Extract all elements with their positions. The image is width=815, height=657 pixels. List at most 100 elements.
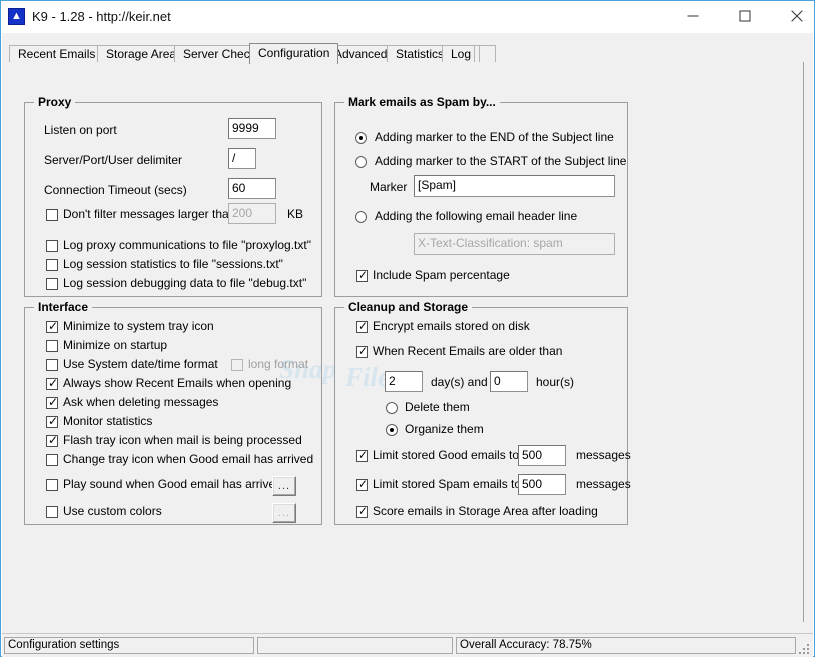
flash-tray-label: Flash tray icon when mail is being proce… <box>63 433 302 447</box>
play-sound-checkbox[interactable] <box>46 479 58 491</box>
interface-group: Interface ✓ Minimize to system tray icon… <box>24 300 322 525</box>
tab-bar: Recent Emails Storage Area Server Check … <box>9 43 804 64</box>
check-glyph: ✓ <box>48 395 59 409</box>
interface-group-title: Interface <box>34 300 93 314</box>
marker-input[interactable]: [Spam] <box>414 175 615 197</box>
maximize-icon <box>739 10 750 22</box>
tab-storage-area[interactable]: Storage Area <box>97 45 186 63</box>
flash-tray-checkbox[interactable]: ✓ <box>46 433 59 447</box>
organize-them-radio[interactable] <box>386 424 398 436</box>
custom-colors-checkbox[interactable] <box>46 506 58 518</box>
minimize-startup-label: Minimize on startup <box>63 338 168 352</box>
delimiter-label: Server/Port/User delimiter <box>44 153 183 167</box>
proxy-group-title: Proxy <box>34 95 76 109</box>
log-debug-checkbox[interactable] <box>46 278 58 290</box>
change-tray-icon-label: Change tray icon when Good email has arr… <box>63 452 314 466</box>
check-glyph: ✓ <box>358 344 369 358</box>
spam-option-header-radio[interactable] <box>355 211 367 223</box>
hours-input[interactable]: 0 <box>490 371 528 392</box>
delimiter-input[interactable]: / <box>228 148 256 169</box>
browse-sound-button[interactable]: ... <box>272 476 296 496</box>
score-emails-checkbox[interactable]: ✓ <box>356 504 369 518</box>
resize-grip-icon[interactable] <box>798 643 810 655</box>
include-percentage-label: Include Spam percentage <box>373 268 510 282</box>
minimize-startup-checkbox[interactable] <box>46 340 58 352</box>
encrypt-label: Encrypt emails stored on disk <box>373 319 530 333</box>
app-icon: ▲ <box>8 8 25 25</box>
spam-option-start-radio[interactable] <box>355 156 367 168</box>
include-percentage-checkbox[interactable]: ✓ <box>356 268 369 282</box>
check-glyph: ✓ <box>48 433 59 447</box>
delete-them-radio[interactable] <box>386 402 398 414</box>
listen-port-input[interactable]: 9999 <box>228 118 276 139</box>
limit-spam-input[interactable]: 500 <box>518 474 566 495</box>
play-sound-label: Play sound when Good email has arrived <box>63 477 282 491</box>
check-glyph: ✓ <box>358 477 369 491</box>
system-datetime-label: Use System date/time format <box>63 357 218 371</box>
encrypt-checkbox[interactable]: ✓ <box>356 319 369 333</box>
browse-colors-button[interactable]: ... <box>272 503 296 523</box>
header-input[interactable]: X-Text-Classification: spam <box>414 233 615 255</box>
ask-deleting-checkbox[interactable]: ✓ <box>46 395 59 409</box>
window-title: K9 - 1.28 - http://keir.net <box>32 9 171 24</box>
status-panel-accuracy: Overall Accuracy: 78.75% <box>456 637 796 654</box>
change-tray-icon-checkbox[interactable] <box>46 454 58 466</box>
close-button[interactable] <box>774 1 815 31</box>
cleanup-group: Cleanup and Storage ✓ Encrypt emails sto… <box>334 300 631 525</box>
monitor-statistics-checkbox[interactable]: ✓ <box>46 414 59 428</box>
days-input[interactable]: 2 <box>385 371 423 392</box>
size-filter-input[interactable]: 200 <box>228 203 276 224</box>
long-format-checkbox[interactable] <box>231 359 243 371</box>
size-filter-checkbox[interactable] <box>46 209 58 221</box>
tab-strip-filler <box>474 45 496 63</box>
log-sessions-label: Log session statistics to file "sessions… <box>63 257 283 271</box>
title-bar: ▲ K9 - 1.28 - http://keir.net <box>1 1 814 33</box>
minimize-tray-checkbox[interactable]: ✓ <box>46 319 59 333</box>
browse-sound-label: ... <box>273 477 295 495</box>
spam-option-start-label: Adding marker to the START of the Subjec… <box>375 154 627 168</box>
limit-spam-label: Limit stored Spam emails to <box>373 477 522 491</box>
check-glyph: ✓ <box>48 319 59 333</box>
limit-spam-checkbox[interactable]: ✓ <box>356 477 369 491</box>
long-format-label: long format <box>248 357 309 371</box>
proxy-group: Proxy Listen on port 9999 Server/Port/Us… <box>24 95 322 297</box>
limit-good-input[interactable]: 500 <box>518 445 566 466</box>
system-datetime-checkbox[interactable] <box>46 359 58 371</box>
check-glyph: ✓ <box>48 376 59 390</box>
older-than-checkbox[interactable]: ✓ <box>356 344 369 358</box>
always-show-recent-checkbox[interactable]: ✓ <box>46 376 59 390</box>
hours-unit-label: hour(s) <box>536 375 575 389</box>
log-proxy-label: Log proxy communications to file "proxyl… <box>63 238 311 252</box>
browse-colors-label: ... <box>273 504 295 522</box>
days-unit-label: day(s) and <box>431 375 488 389</box>
log-proxy-checkbox[interactable] <box>46 240 58 252</box>
maximize-button[interactable] <box>722 1 767 31</box>
tab-recent-emails[interactable]: Recent Emails <box>9 45 105 63</box>
check-glyph: ✓ <box>358 504 369 518</box>
limit-good-label: Limit stored Good emails to <box>373 448 520 462</box>
custom-colors-label: Use custom colors <box>63 504 162 518</box>
application-window: ▲ K9 - 1.28 - http://keir.net Recent Ema… <box>0 0 815 657</box>
size-filter-label: Don't filter messages larger than <box>63 207 236 221</box>
check-glyph: ✓ <box>48 414 59 428</box>
log-sessions-checkbox[interactable] <box>46 259 58 271</box>
tab-configuration[interactable]: Configuration <box>249 43 339 64</box>
limit-good-checkbox[interactable]: ✓ <box>356 448 369 462</box>
organize-them-label: Organize them <box>405 422 484 436</box>
minimize-tray-label: Minimize to system tray icon <box>63 319 214 333</box>
spam-group-title: Mark emails as Spam by... <box>344 95 500 109</box>
connection-timeout-input[interactable]: 60 <box>228 178 276 199</box>
spam-option-end-radio[interactable] <box>355 132 367 144</box>
connection-timeout-label: Connection Timeout (secs) <box>44 183 187 197</box>
always-show-recent-label: Always show Recent Emails when opening <box>63 376 292 390</box>
limit-spam-unit: messages <box>576 477 631 491</box>
minimize-icon <box>687 15 698 17</box>
limit-good-unit: messages <box>576 448 631 462</box>
size-filter-unit: KB <box>287 207 304 221</box>
spam-option-end-label: Adding marker to the END of the Subject … <box>375 130 614 144</box>
check-glyph: ✓ <box>358 268 369 282</box>
check-glyph: ✓ <box>358 319 369 333</box>
minimize-button[interactable] <box>670 1 715 31</box>
score-emails-label: Score emails in Storage Area after loadi… <box>373 504 598 518</box>
check-glyph: ✓ <box>358 448 369 462</box>
